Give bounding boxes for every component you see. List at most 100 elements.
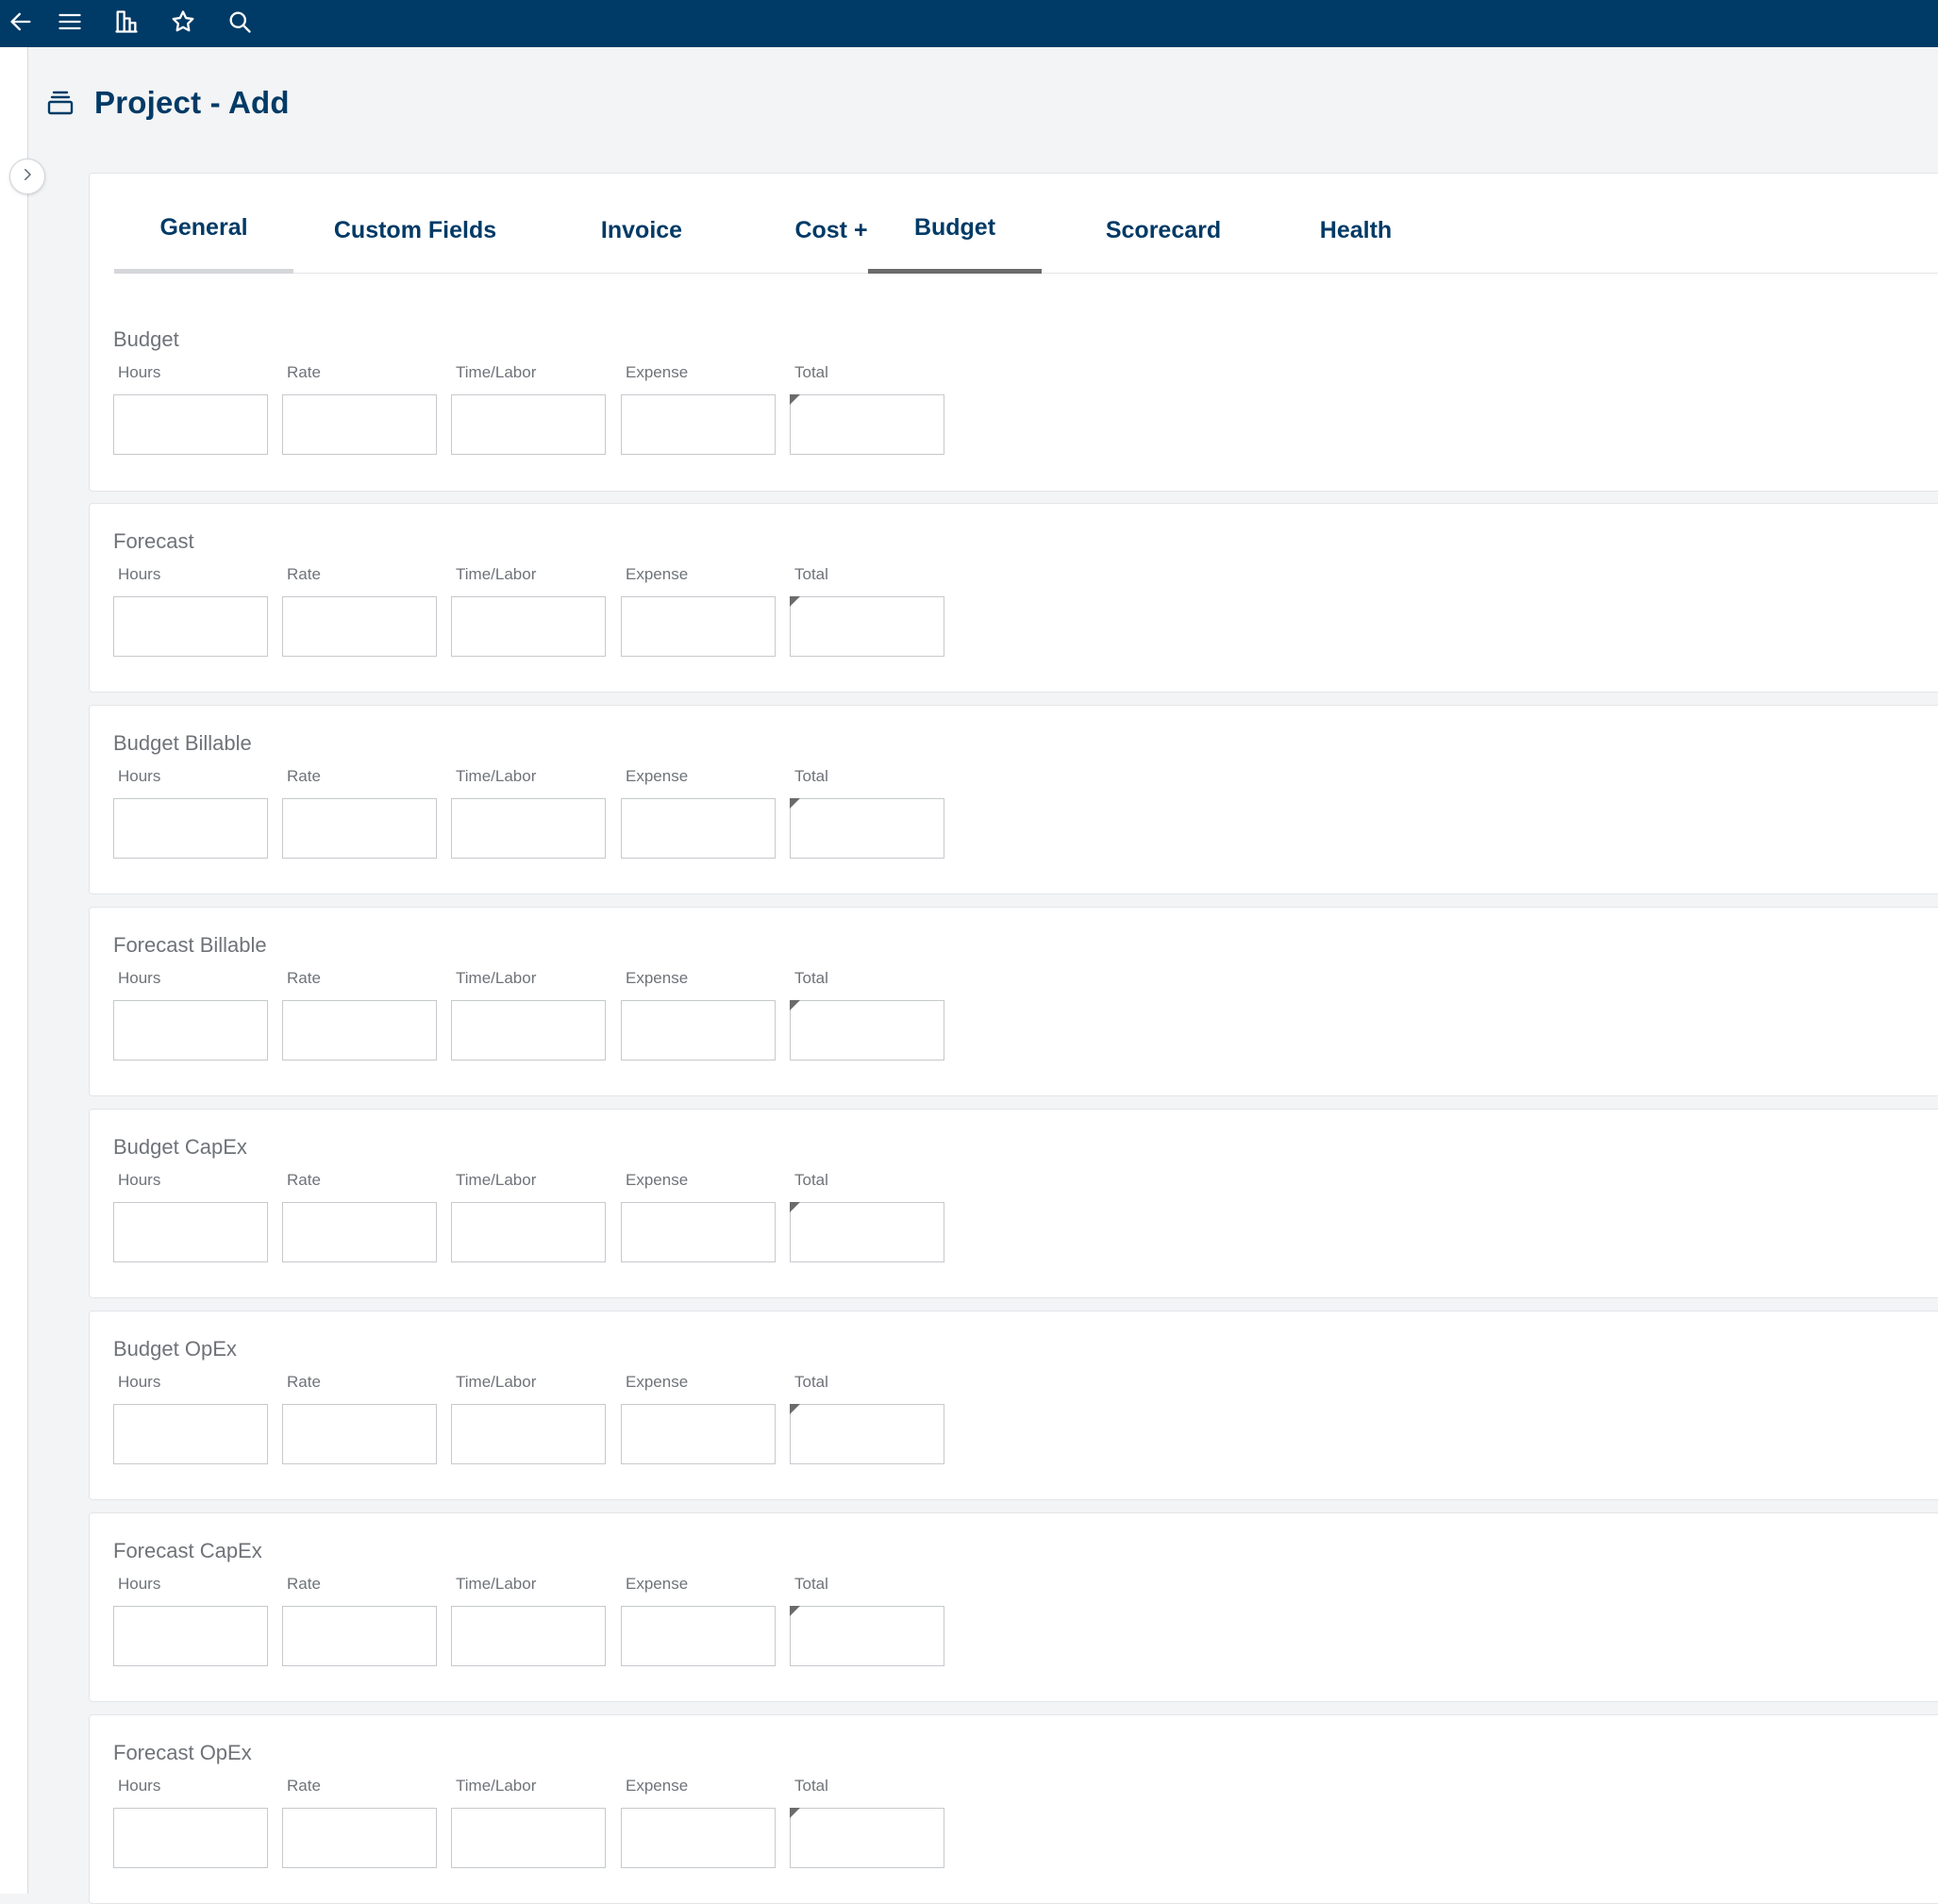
hours-input[interactable] [113,1606,268,1666]
org-chart-button[interactable] [98,0,155,47]
time-labor-label: Time/Labor [456,969,537,987]
rate-label: Rate [287,565,321,583]
expense-label: Expense [626,1171,689,1189]
time-labor-label: Time/Labor [456,1575,537,1593]
expense-label: Expense [626,1575,689,1593]
budget-capex-card: Budget CapEx Hours Rate Time/Labor Expen… [89,1109,1938,1298]
hours-field: Hours [113,1171,268,1262]
expense-input[interactable] [621,1808,776,1868]
expense-label: Expense [626,767,689,785]
total-field: Total [790,1777,944,1868]
rate-label: Rate [287,1373,321,1391]
total-label: Total [794,1171,828,1189]
hours-field: Hours [113,969,268,1061]
hours-input[interactable] [113,798,268,859]
chevron-right-icon [19,166,36,188]
hours-label: Hours [118,1373,161,1391]
hours-field: Hours [113,1373,268,1464]
total-label: Total [794,767,828,785]
rate-input[interactable] [282,394,437,455]
total-input[interactable] [790,1000,944,1061]
rate-label: Rate [287,1575,321,1593]
hours-input[interactable] [113,1808,268,1868]
time-labor-input[interactable] [451,596,606,657]
time-labor-field: Time/Labor [451,767,606,859]
expense-input[interactable] [621,596,776,657]
expense-field: Expense [621,767,776,859]
total-input[interactable] [790,798,944,859]
rate-label: Rate [287,767,321,785]
hours-field: Hours [113,767,268,859]
left-rail [0,47,28,1894]
favorites-button[interactable] [155,0,211,47]
hours-input[interactable] [113,1202,268,1262]
hours-input[interactable] [113,1404,268,1464]
rate-field: Rate [282,1777,437,1868]
section-title: Budget [113,327,179,351]
rate-field: Rate [282,363,437,455]
total-input[interactable] [790,1606,944,1666]
time-labor-input[interactable] [451,1606,606,1666]
total-input[interactable] [790,596,944,657]
expense-input[interactable] [621,1404,776,1464]
back-button[interactable] [0,0,42,47]
time-labor-label: Time/Labor [456,1373,537,1391]
search-icon [226,8,253,40]
hours-input[interactable] [113,394,268,455]
expense-input[interactable] [621,1000,776,1061]
time-labor-input[interactable] [451,1202,606,1262]
rate-input[interactable] [282,1404,437,1464]
back-arrow-icon [8,8,34,40]
time-labor-field: Time/Labor [451,363,606,455]
rate-field: Rate [282,1171,437,1262]
expense-input[interactable] [621,798,776,859]
total-label: Total [794,565,828,583]
time-labor-input[interactable] [451,394,606,455]
rate-input[interactable] [282,596,437,657]
expense-input[interactable] [621,1606,776,1666]
rate-input[interactable] [282,1202,437,1262]
total-label: Total [794,1373,828,1391]
rate-label: Rate [287,1171,321,1189]
expense-input[interactable] [621,394,776,455]
time-labor-input[interactable] [451,1808,606,1868]
forecast-capex-card: Forecast CapEx Hours Rate Time/Labor Exp… [89,1512,1938,1702]
expense-field: Expense [621,565,776,657]
budget-card: General Custom Fields Invoice Cost + Bud… [89,173,1938,492]
menu-button[interactable] [42,0,98,47]
time-labor-input[interactable] [451,1404,606,1464]
rate-field: Rate [282,767,437,859]
section-title: Forecast OpEx [113,1741,252,1764]
hours-label: Hours [118,363,161,381]
total-input[interactable] [790,1404,944,1464]
expense-label: Expense [626,565,689,583]
time-labor-label: Time/Labor [456,363,537,381]
rate-input[interactable] [282,1606,437,1666]
rate-input[interactable] [282,1000,437,1061]
time-labor-input[interactable] [451,798,606,859]
total-input[interactable] [790,1202,944,1262]
hours-input[interactable] [113,596,268,657]
rate-input[interactable] [282,798,437,859]
rate-field: Rate [282,969,437,1061]
expense-label: Expense [626,1373,689,1391]
total-label: Total [794,363,828,381]
rate-input[interactable] [282,1808,437,1868]
total-input[interactable] [790,394,944,455]
expense-field: Expense [621,1575,776,1666]
time-labor-field: Time/Labor [451,1575,606,1666]
total-input[interactable] [790,1808,944,1868]
time-labor-input[interactable] [451,1000,606,1061]
hours-input[interactable] [113,1000,268,1061]
expense-input[interactable] [621,1202,776,1262]
hours-label: Hours [118,1575,161,1593]
expand-sidebar-button[interactable] [9,159,45,194]
rate-label: Rate [287,363,321,381]
section-title: Budget OpEx [113,1337,237,1361]
search-button[interactable] [211,0,268,47]
expense-field: Expense [621,969,776,1061]
hours-label: Hours [118,1777,161,1795]
hours-label: Hours [118,565,161,583]
total-label: Total [794,1575,828,1593]
total-label: Total [794,1777,828,1795]
